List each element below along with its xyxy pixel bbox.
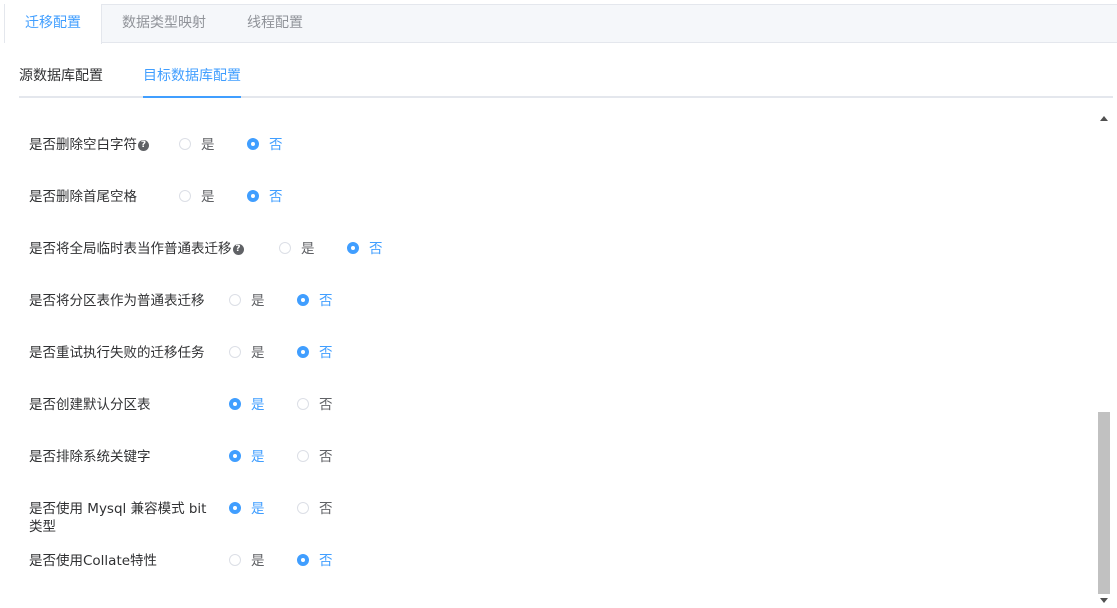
radio-circle (229, 346, 241, 358)
tab-data-type-mapping[interactable]: 数据类型映射 (102, 4, 226, 43)
radio-circle (297, 450, 309, 462)
top-tab-bar: 迁移配置 数据类型映射 线程配置 (4, 4, 1117, 44)
setting-row: 是否创建默认分区表 是 否 (29, 397, 333, 413)
setting-row: 是否将全局临时表当作普通表迁移? 是 否 (29, 240, 383, 258)
setting-label: 是否创建默认分区表 (29, 397, 151, 413)
radio-circle (229, 502, 241, 514)
setting-label: 是否删除首尾空格 (29, 189, 137, 205)
setting-row: 是否删除空白字符? 是 否 (29, 136, 283, 154)
setting-label: 是否将全局临时表当作普通表迁移? (29, 240, 244, 258)
setting-label: 是否重试执行失败的迁移任务 (29, 345, 205, 361)
setting-row: 是否重试执行失败的迁移任务 是 否 (29, 345, 333, 361)
radio-circle (229, 450, 241, 462)
vertical-scrollbar[interactable] (1097, 110, 1111, 608)
scroll-thumb[interactable] (1098, 412, 1110, 594)
scroll-down-arrow-icon[interactable] (1100, 598, 1108, 603)
radio-circle (297, 502, 309, 514)
setting-row: 是否使用Collate特性 是 否 (29, 553, 333, 569)
radio-circle (229, 398, 241, 410)
setting-row: 是否将分区表作为普通表迁移 是 否 (29, 293, 333, 309)
radio-circle (347, 242, 359, 254)
setting-label: 是否删除空白字符? (29, 136, 149, 154)
tab-target-db-config[interactable]: 目标数据库配置 (143, 56, 241, 98)
setting-row: 是否排除系统关键字 是 否 (29, 449, 333, 465)
setting-label: 是否使用Collate特性 (29, 553, 158, 569)
radio-circle (229, 554, 241, 566)
setting-label: 是否将分区表作为普通表迁移 (29, 293, 205, 309)
radio-circle (247, 190, 259, 202)
radio-circle (297, 554, 309, 566)
radio-circle (297, 398, 309, 410)
tab-thread-config[interactable]: 线程配置 (227, 4, 323, 43)
question-circle-icon[interactable]: ? (232, 243, 244, 255)
radio-circle (279, 242, 291, 254)
radio-circle (179, 190, 191, 202)
radio-circle (179, 138, 191, 150)
question-circle-icon[interactable]: ? (138, 139, 149, 151)
tab-source-db-config[interactable]: 源数据库配置 (19, 56, 103, 96)
setting-label: 是否排除系统关键字 (29, 449, 151, 465)
radio-circle (297, 294, 309, 306)
sub-tab-bar: 源数据库配置 目标数据库配置 (19, 56, 1113, 98)
setting-row: 是否使用 Mysql 兼容模式 bit 类型 是 否 (29, 501, 333, 535)
setting-row: 是否删除首尾空格 是 否 (29, 189, 283, 205)
radio-circle (297, 346, 309, 358)
scroll-up-arrow-icon[interactable] (1100, 116, 1108, 121)
radio-circle (247, 138, 259, 150)
setting-label: 是否使用 Mysql 兼容模式 bit 类型 (29, 501, 207, 535)
settings-form: 是否删除空白字符? 是 否 是否删除首尾空格 是 否 是否将全局临时表当作普通表… (0, 110, 1095, 608)
tab-migration-config[interactable]: 迁移配置 (5, 4, 102, 44)
radio-circle (229, 294, 241, 306)
